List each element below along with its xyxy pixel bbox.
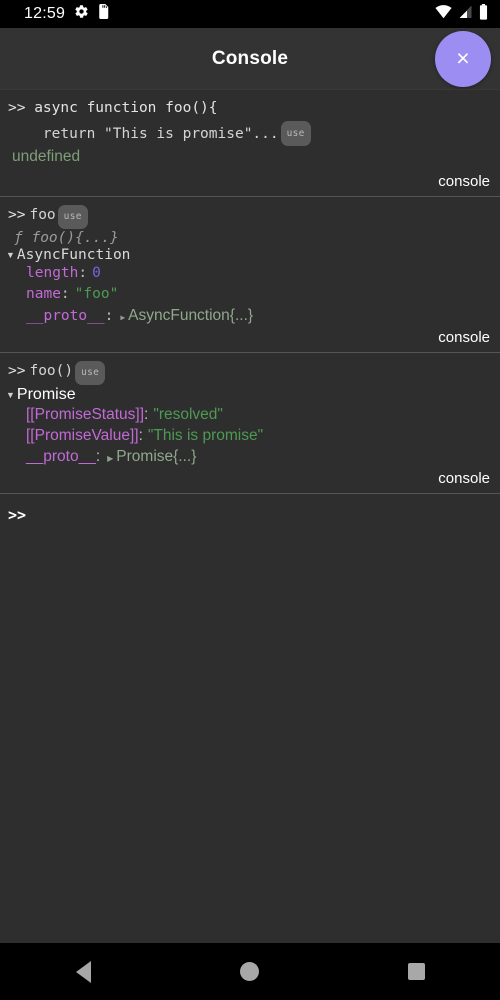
source-label: console — [438, 470, 490, 487]
property-key: __proto__ — [26, 448, 96, 465]
object-property-row: [[PromiseStatus]]: "resolved" — [0, 404, 500, 425]
back-triangle-icon — [75, 960, 91, 983]
property-value[interactable]: AsyncFunction{...} — [128, 305, 253, 326]
console-command[interactable]: >> foo use — [0, 203, 500, 229]
property-value: "foo" — [74, 286, 119, 302]
cellular-signal-icon — [458, 5, 473, 24]
close-icon: × — [456, 45, 470, 71]
object-tree-header[interactable]: ▼ Promise — [0, 385, 500, 404]
page-title: Console — [211, 47, 289, 69]
object-property-row: length:0 — [0, 263, 500, 284]
recents-button[interactable] — [387, 949, 447, 994]
chevron-right-icon[interactable]: ▶ — [107, 448, 113, 469]
property-colon: : — [144, 406, 149, 423]
console-result-value: undefined — [12, 148, 81, 165]
command-text: return "This is promise"... — [8, 126, 279, 142]
console-app-screen: 12:59 Console × >> async function foo(){… — [0, 0, 500, 1000]
sd-card-icon — [98, 4, 111, 24]
console-command-continuation[interactable]: return "This is promise"... use — [0, 119, 500, 146]
source-label: console — [438, 329, 490, 346]
status-bar-clock: 12:59 — [24, 5, 66, 22]
object-property-row: [[PromiseValue]]: "This is promise" — [0, 425, 500, 446]
status-bar-right — [435, 3, 492, 25]
property-colon: : — [104, 308, 114, 324]
object-tree-header[interactable]: ▼ AsyncFunction — [0, 246, 500, 263]
console-source-row: console — [0, 328, 500, 352]
property-colon: : — [60, 286, 70, 302]
chevron-right-icon[interactable]: ▶ — [120, 307, 125, 328]
home-circle-icon — [240, 962, 260, 981]
console-entry: >> async function foo(){ return "This is… — [0, 90, 500, 197]
object-property-row[interactable]: __proto__: ▶ AsyncFunction{...} — [0, 305, 500, 328]
chevron-down-icon[interactable]: ▼ — [6, 250, 15, 260]
status-bar-left: 12:59 — [8, 4, 111, 24]
property-colon: : — [78, 265, 88, 281]
command-prompt-symbol: >> — [8, 207, 26, 223]
object-property-row[interactable]: __proto__: ▶ Promise{...} — [0, 446, 500, 469]
property-value: 0 — [92, 265, 101, 281]
property-key: __proto__ — [26, 308, 105, 324]
console-entry: >> foo() use ▼ Promise [[PromiseStatus]]… — [0, 353, 500, 494]
console-command[interactable]: >> foo() use — [0, 359, 500, 385]
back-button[interactable] — [53, 949, 113, 994]
property-value: "resolved" — [153, 406, 223, 423]
battery-icon — [479, 3, 488, 25]
console-source-row: console — [0, 172, 500, 196]
function-signature: ƒ foo(){...} — [0, 229, 500, 246]
use-badge[interactable]: use — [75, 361, 106, 385]
recents-square-icon — [408, 963, 426, 980]
property-key: name — [26, 286, 61, 302]
status-bar: 12:59 — [0, 0, 500, 28]
command-text: foo() — [29, 363, 74, 379]
command-prompt-symbol: >> async function foo(){ — [8, 100, 218, 116]
input-prompt-symbol: >> — [8, 506, 27, 524]
source-label: console — [438, 173, 490, 190]
console-entry: >> foo use ƒ foo(){...} ▼ AsyncFunction … — [0, 197, 500, 353]
use-badge[interactable]: use — [280, 121, 311, 146]
property-colon: : — [95, 448, 101, 465]
gear-icon — [74, 4, 89, 24]
app-title-bar: Console × — [0, 28, 500, 90]
use-badge[interactable]: use — [57, 205, 88, 229]
console-input-row[interactable]: >> — [0, 494, 500, 532]
home-button[interactable] — [220, 949, 280, 994]
property-key: [[PromiseStatus]] — [26, 406, 145, 423]
console-source-row: console — [0, 469, 500, 493]
console-command[interactable]: >> async function foo(){ — [0, 96, 500, 119]
console-output-area[interactable]: >> async function foo(){ return "This is… — [0, 90, 500, 943]
object-tree-title: Promise — [16, 386, 76, 403]
command-prompt-symbol: >> — [8, 363, 26, 379]
property-colon: : — [138, 427, 143, 444]
object-tree-title: AsyncFunction — [16, 247, 131, 263]
property-key: length — [26, 265, 79, 281]
close-console-button[interactable]: × — [435, 30, 491, 87]
chevron-down-icon[interactable]: ▼ — [6, 390, 15, 400]
property-key: [[PromiseValue]] — [26, 427, 139, 444]
object-property-row: name: "foo" — [0, 284, 500, 305]
property-value: "This is promise" — [147, 427, 264, 444]
property-value[interactable]: Promise{...} — [116, 446, 196, 467]
command-text: foo — [29, 207, 56, 223]
console-input[interactable] — [32, 506, 492, 524]
android-navigation-bar — [0, 943, 500, 1000]
wifi-icon — [435, 4, 452, 24]
function-signature-text: ƒ foo(){...} — [14, 230, 119, 246]
